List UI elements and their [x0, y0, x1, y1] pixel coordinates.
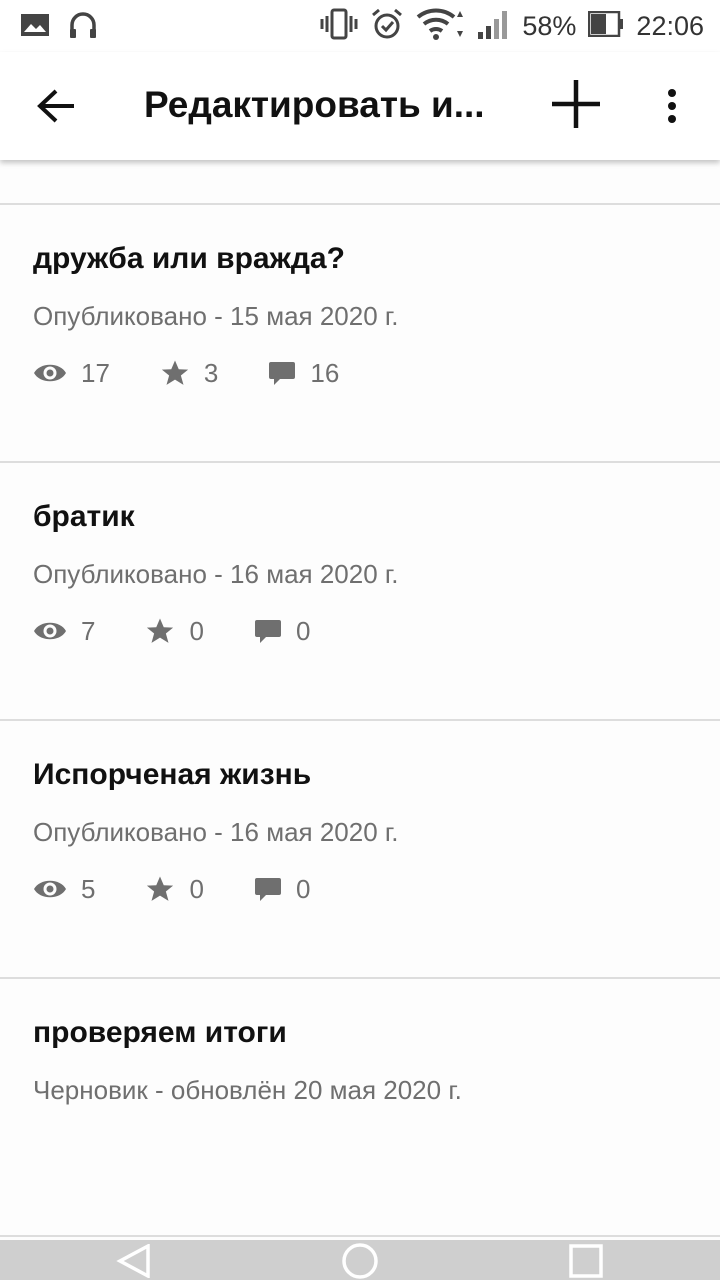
clock: 22:06 — [636, 10, 704, 41]
stars-count: 3 — [203, 357, 219, 388]
post-meta: Опубликовано - 16 мая 2020 г. — [33, 817, 399, 847]
comments-count: 0 — [295, 873, 311, 904]
page-title: Редактировать и... — [144, 84, 485, 125]
alarm-icon — [370, 7, 404, 46]
post-stats: 7 0 0 — [33, 613, 360, 649]
app-bar: Редактировать и... — [0, 52, 720, 160]
eye-icon — [34, 364, 66, 382]
battery-percent: 58% — [522, 10, 577, 41]
system-nav-bar — [0, 1240, 720, 1280]
wifi-icon — [416, 7, 464, 46]
triangle-back-icon — [116, 1244, 150, 1278]
star-icon — [147, 618, 174, 643]
vibrate-icon — [320, 7, 358, 46]
back-button[interactable] — [26, 78, 86, 134]
comments-stat: 16 — [268, 358, 339, 389]
post-list: дружба или вражда? Опубликовано - 15 мая… — [0, 160, 720, 1237]
eye-icon — [34, 622, 66, 640]
nav-home-button[interactable] — [340, 1243, 380, 1279]
add-icon — [552, 80, 600, 128]
image-icon — [20, 12, 50, 43]
comment-icon — [254, 878, 281, 901]
more-options-button[interactable] — [648, 76, 696, 136]
eye-icon — [34, 880, 66, 898]
list-top-gap — [0, 160, 720, 205]
add-button[interactable] — [546, 74, 606, 134]
nav-back-button[interactable] — [114, 1243, 154, 1279]
stars-count: 0 — [189, 873, 204, 904]
battery-icon — [588, 10, 624, 42]
stars-stat: 0 — [145, 873, 204, 905]
post-title: братик — [33, 500, 135, 533]
post-stats: 5 0 0 — [33, 871, 360, 907]
post-title: дружба или вражда? — [33, 242, 345, 275]
views-stat: 17 — [33, 358, 110, 389]
views-stat: 5 — [33, 874, 95, 905]
views-count: 5 — [81, 873, 96, 904]
views-count: 7 — [81, 615, 96, 646]
back-arrow-icon — [37, 89, 74, 123]
post-item[interactable]: проверяем итоги Черновик - обновлён 20 м… — [0, 979, 720, 1237]
comment-icon — [254, 620, 281, 643]
post-title: Испорченая жизнь — [33, 758, 312, 791]
square-recents-icon — [569, 1244, 603, 1278]
star-icon — [161, 360, 189, 385]
headset-icon — [68, 10, 98, 45]
comments-stat: 0 — [254, 616, 310, 647]
comments-count: 16 — [310, 357, 340, 388]
stars-count: 0 — [189, 615, 204, 646]
views-stat: 7 — [33, 616, 95, 647]
signal-icon — [476, 8, 510, 45]
post-item[interactable]: братик Опубликовано - 16 мая 2020 г. 7 0… — [0, 463, 720, 721]
post-meta: Черновик - обновлён 20 мая 2020 г. — [33, 1075, 462, 1105]
post-stats: 17 3 16 — [33, 355, 389, 391]
nav-recents-button[interactable] — [566, 1243, 606, 1279]
stars-stat: 3 — [160, 358, 218, 389]
stars-stat: 0 — [145, 615, 204, 647]
post-meta: Опубликовано - 16 мая 2020 г. — [33, 559, 399, 589]
comment-icon — [269, 362, 296, 385]
post-item[interactable]: Испорченая жизнь Опубликовано - 16 мая 2… — [0, 721, 720, 979]
post-meta: Опубликовано - 15 мая 2020 г. — [33, 301, 399, 331]
star-icon — [147, 876, 174, 901]
views-count: 17 — [81, 357, 110, 388]
more-vertical-icon — [668, 89, 676, 123]
comments-count: 0 — [295, 615, 311, 646]
comments-stat: 0 — [254, 874, 310, 905]
circle-home-icon — [342, 1243, 378, 1279]
status-bar: 58% 22:06 — [0, 0, 720, 52]
post-title: проверяем итоги — [33, 1016, 287, 1049]
post-item[interactable]: дружба или вражда? Опубликовано - 15 мая… — [0, 205, 720, 463]
